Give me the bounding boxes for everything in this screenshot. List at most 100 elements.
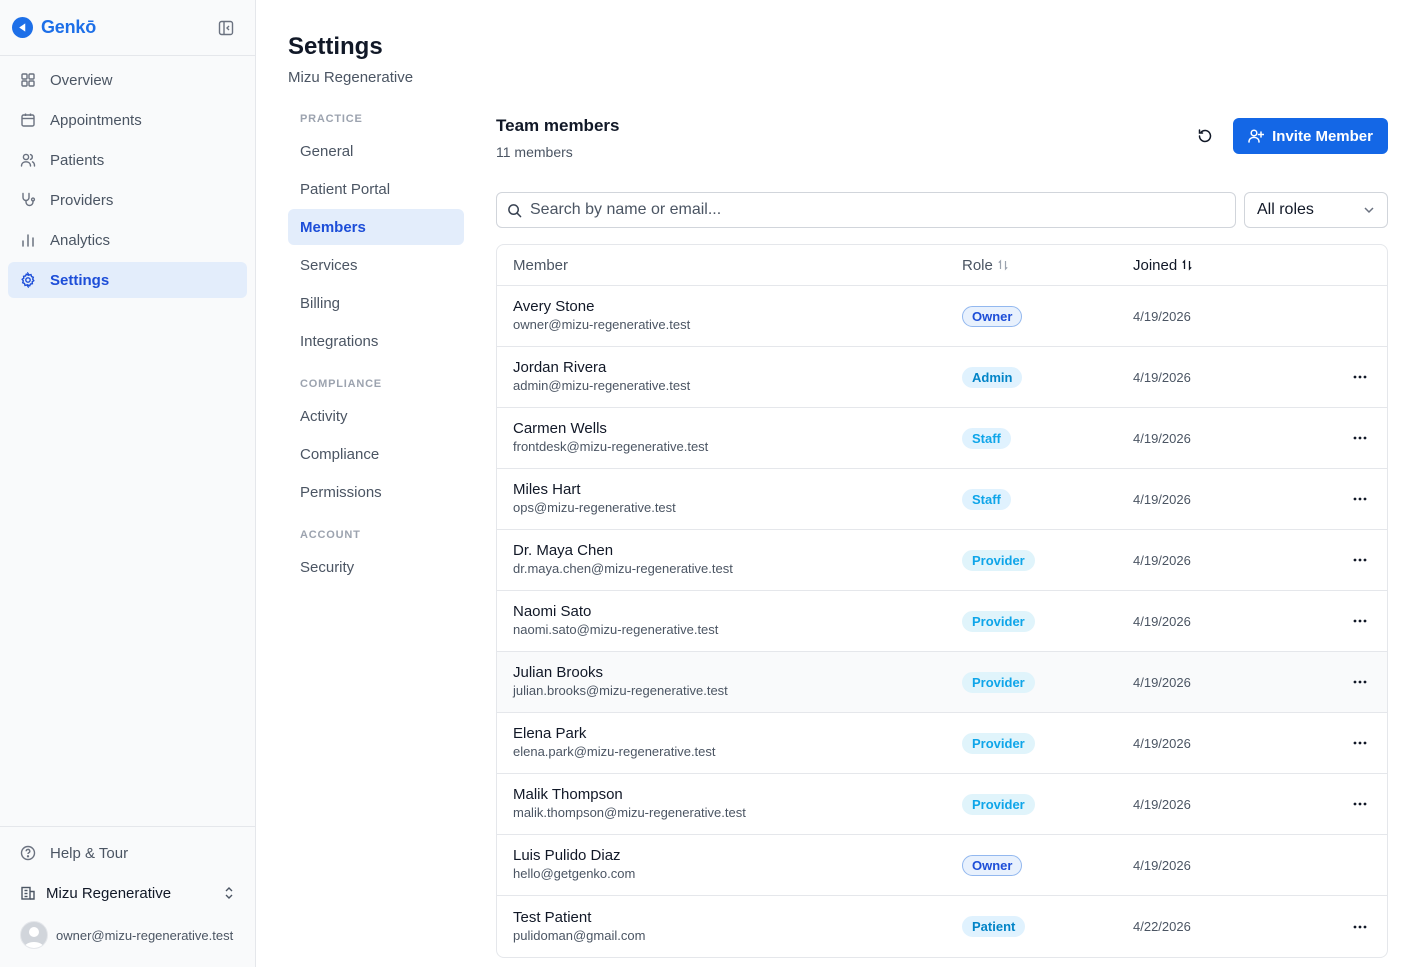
joined-date: 4/19/2026	[1133, 735, 1191, 751]
sidebar-item-analytics[interactable]: Analytics	[8, 222, 247, 258]
member-email: admin@mizu-regenerative.test	[513, 378, 691, 393]
subnav-item-members[interactable]: Members	[288, 209, 464, 245]
member-cell: Naomi Sato naomi.sato@mizu-regenerative.t…	[497, 603, 962, 637]
role-cell: Provider	[962, 671, 1133, 693]
column-header-member: Member	[497, 257, 962, 274]
subnav-item-services[interactable]: Services	[288, 247, 464, 283]
subnav-section-practice: PRACTICE	[300, 113, 363, 125]
sidebar-item-label: Settings	[50, 271, 110, 289]
role-filter-select[interactable]: All roles	[1244, 192, 1388, 228]
subnav-item-compliance[interactable]: Compliance	[288, 436, 464, 472]
sidebar-item-patients[interactable]: Patients	[8, 142, 247, 178]
member-cell: Test Patient pulidoman@gmail.com	[497, 908, 962, 943]
more-actions-icon[interactable]	[1348, 365, 1372, 389]
avatar	[20, 921, 48, 949]
more-actions-icon[interactable]	[1348, 487, 1372, 511]
role-badge: Provider	[962, 732, 1035, 754]
role-cell: Owner	[962, 854, 1133, 876]
more-actions-icon[interactable]	[1348, 731, 1372, 755]
role-cell: Owner	[962, 305, 1133, 327]
sidebar-item-label: Overview	[50, 71, 113, 89]
member-cell: Avery Stone owner@mizu-regenerative.test	[497, 298, 962, 332]
member-name: Avery Stone	[513, 298, 595, 315]
user-plus-icon	[1248, 129, 1265, 143]
help-tour-button[interactable]: Help & Tour	[8, 833, 247, 873]
role-cell: Admin	[962, 366, 1133, 388]
sort-active-icon	[1182, 259, 1192, 271]
member-cell: Dr. Maya Chen dr.maya.chen@mizu-regenerat…	[497, 542, 962, 576]
role-badge: Provider	[962, 549, 1035, 571]
table-row: Luis Pulido Diaz hello@getgenko.com Owner 4…	[497, 835, 1387, 896]
sidebar-footer: Help & Tour Mizu Regenerative owner@mizu…	[0, 826, 255, 967]
table-row: Elena Park elena.park@mizu-regenerative.t…	[497, 713, 1387, 774]
org-switcher[interactable]: Mizu Regenerative	[8, 873, 247, 913]
member-name: Test Patient	[513, 908, 592, 926]
column-header-role[interactable]: Role	[962, 257, 1133, 274]
member-email: frontdesk@mizu-regenerative.test	[513, 439, 709, 454]
joined-date: 4/19/2026	[1133, 857, 1191, 873]
table-row: Avery Stone owner@mizu-regenerative.test O…	[497, 286, 1387, 347]
search-input[interactable]	[530, 201, 1225, 219]
user-account[interactable]: owner@mizu-regenerative.test	[8, 913, 247, 957]
table-header: Member Role Joined	[497, 245, 1387, 286]
more-actions-icon[interactable]	[1348, 670, 1372, 694]
sidebar-item-label: Appointments	[50, 111, 142, 129]
member-name: Julian Brooks	[513, 664, 604, 681]
sidebar-collapse-icon[interactable]	[215, 17, 237, 39]
member-email: ops@mizu-regenerative.test	[513, 500, 676, 515]
column-header-joined[interactable]: Joined	[1133, 257, 1333, 274]
panel-header: Team members 11 members Invite Member	[496, 108, 1388, 192]
search-box	[496, 192, 1236, 228]
member-name: Elena Park	[513, 725, 587, 742]
chevron-up-down-icon	[225, 887, 233, 899]
members-table: Member Role Joined Avery Stone owner@mizu…	[496, 244, 1388, 958]
joined-date: 4/22/2026	[1133, 919, 1191, 934]
subnav-item-security[interactable]: Security	[288, 549, 464, 585]
member-cell: Malik Thompson malik.thompson@mizu-regene…	[497, 786, 962, 820]
member-email: elena.park@mizu-regenerative.test	[513, 744, 716, 759]
joined-date: 4/19/2026	[1133, 613, 1191, 629]
sidebar-item-appointments[interactable]: Appointments	[8, 102, 247, 138]
brand-logo-link[interactable]: Genkō	[12, 17, 96, 38]
grid-icon	[20, 72, 36, 88]
role-badge: Provider	[962, 793, 1035, 815]
joined-date: 4/19/2026	[1133, 430, 1191, 446]
sidebar-item-providers[interactable]: Providers	[8, 182, 247, 218]
member-cell: Elena Park elena.park@mizu-regenerative.t…	[497, 725, 962, 759]
column-header-joined-label: Joined	[1133, 256, 1178, 274]
more-actions-icon[interactable]	[1348, 609, 1372, 633]
stethoscope-icon	[20, 192, 36, 208]
subnav-item-integrations[interactable]: Integrations	[288, 323, 464, 359]
sidebar-item-overview[interactable]: Overview	[8, 62, 247, 98]
page-subtitle: Mizu Regenerative	[288, 69, 414, 86]
help-circle-icon	[20, 845, 36, 861]
subnav-item-patient-portal[interactable]: Patient Portal	[288, 171, 464, 207]
app-sidebar: Genkō Overview Appointments Patients Provid…	[0, 0, 256, 967]
brand-name: Genkō	[41, 17, 97, 37]
subnav-section-compliance: COMPLIANCE	[300, 378, 382, 390]
invite-member-button[interactable]: Invite Member	[1233, 118, 1388, 154]
member-email: naomi.sato@mizu-regenerative.test	[513, 622, 719, 637]
sidebar-item-label: Analytics	[50, 231, 111, 249]
sidebar-item-label: Providers	[50, 191, 114, 209]
more-actions-icon[interactable]	[1348, 548, 1372, 572]
sidebar-item-settings[interactable]: Settings	[8, 262, 247, 298]
subnav-item-billing[interactable]: Billing	[288, 285, 464, 321]
more-actions-icon[interactable]	[1348, 915, 1372, 939]
subnav-item-activity[interactable]: Activity	[288, 398, 464, 434]
page-title: Settings	[288, 33, 383, 60]
member-name: Carmen Wells	[513, 420, 607, 437]
more-actions-icon[interactable]	[1348, 426, 1372, 450]
subnav-item-general[interactable]: General	[288, 133, 464, 169]
calendar-icon	[20, 112, 36, 128]
subnav-item-permissions[interactable]: Permissions	[288, 474, 464, 510]
joined-date: 4/19/2026	[1133, 491, 1191, 507]
refresh-icon[interactable]	[1195, 126, 1215, 146]
role-badge: Provider	[962, 610, 1035, 632]
chevron-down-icon	[1364, 207, 1374, 214]
member-email: owner@mizu-regenerative.test	[513, 317, 691, 332]
more-actions-icon[interactable]	[1348, 792, 1372, 816]
help-tour-label: Help & Tour	[50, 844, 129, 862]
role-badge: Owner	[962, 854, 1023, 876]
subnav-section-account: ACCOUNT	[300, 529, 361, 541]
